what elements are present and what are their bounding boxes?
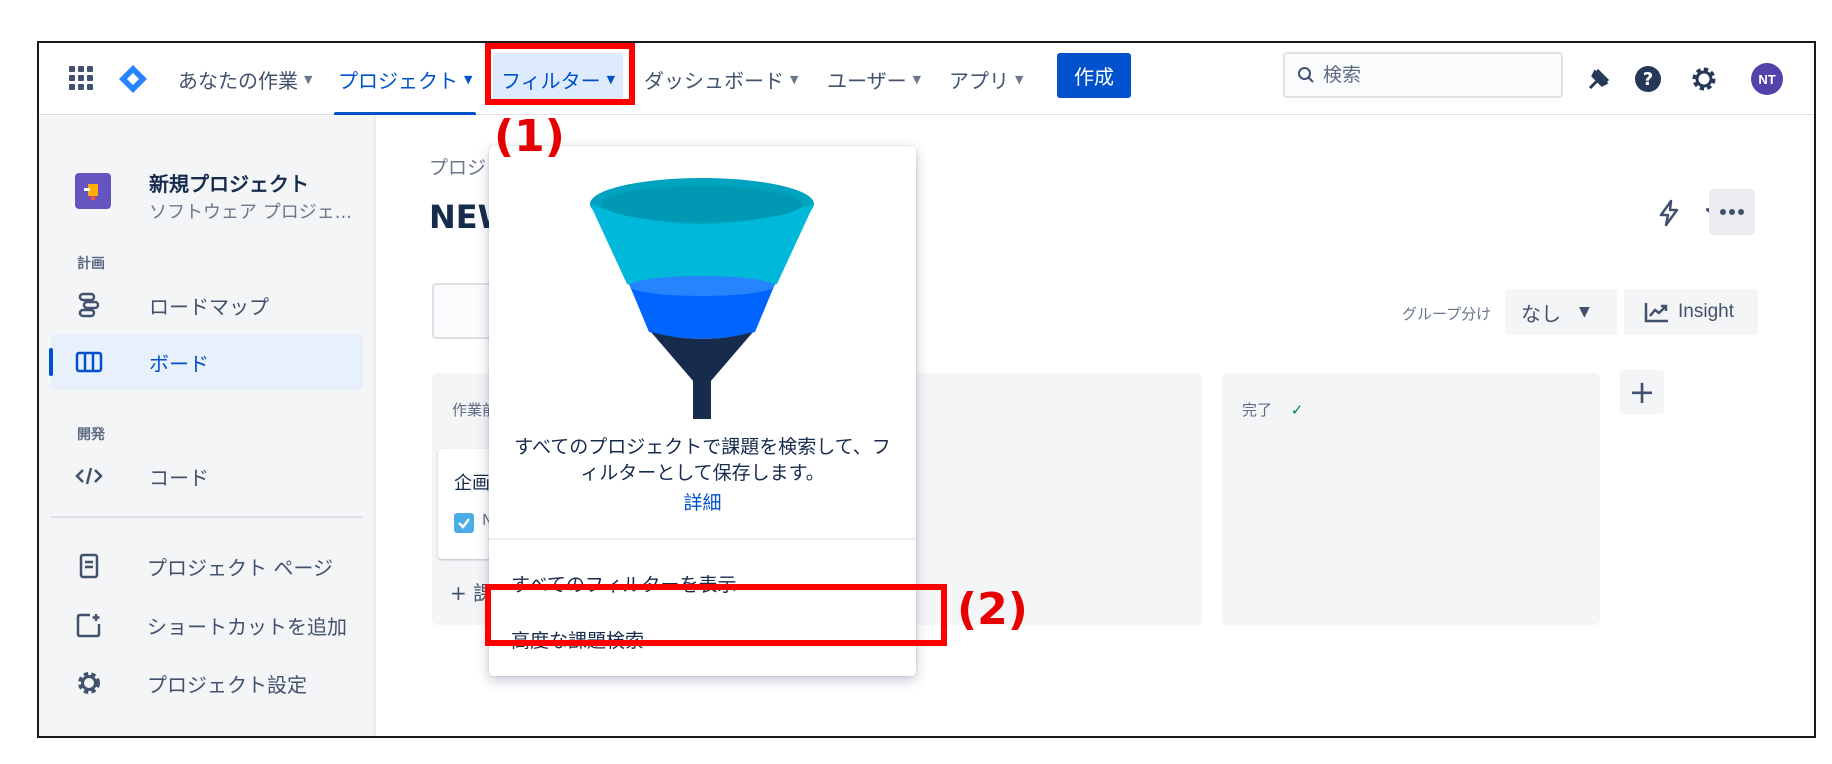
chevron-down-icon: ▼: [912, 72, 922, 86]
annotation-label-1: (1): [494, 111, 565, 162]
more-actions-icon[interactable]: [1709, 189, 1755, 235]
add-column-button[interactable]: +: [1620, 370, 1664, 414]
user-avatar[interactable]: NT: [1751, 63, 1783, 95]
view-all-filters-item[interactable]: すべてのフィルターを表示: [489, 558, 916, 608]
roadmap-icon: [75, 291, 103, 319]
search-icon: [1298, 67, 1314, 83]
sidebar-item-roadmap[interactable]: ロードマップ: [51, 277, 363, 333]
chevron-down-icon: ▼: [790, 72, 799, 86]
column-title: 完了 ✓: [1242, 401, 1304, 419]
help-icon[interactable]: ?: [1633, 64, 1663, 94]
funnel-illustration: [590, 178, 814, 419]
sidebar-item-board[interactable]: ボード: [49, 334, 363, 390]
project-type: ソフトウェア プロジェ...: [149, 202, 352, 223]
chevron-down-icon: ▼: [464, 72, 473, 86]
nav-filters[interactable]: フィルター ▼: [493, 53, 624, 105]
nav-projects[interactable]: プロジェクト ▼: [333, 43, 477, 115]
annotation-label-2: (2): [957, 584, 1028, 635]
groupby-select[interactable]: なし ▼: [1505, 289, 1617, 335]
chevron-down-icon: ▼: [606, 72, 616, 86]
svg-text:?: ?: [1643, 69, 1653, 90]
dropdown-divider: [489, 538, 916, 540]
nav-dashboards[interactable]: ダッシュボード ▼: [644, 43, 798, 115]
nav-your-work[interactable]: あなたの作業 ▼: [178, 43, 312, 115]
search-box[interactable]: [1283, 52, 1563, 98]
page-icon: [75, 552, 103, 580]
create-issue-button[interactable]: + 課: [450, 577, 493, 606]
search-input[interactable]: [1323, 64, 1543, 86]
settings-gear-icon[interactable]: [1689, 64, 1719, 94]
section-heading-development: 開発: [77, 427, 105, 443]
section-heading-planning: 計画: [77, 256, 105, 272]
sidebar-divider: [51, 516, 363, 518]
task-type-icon: [454, 513, 474, 533]
automation-lightning-icon[interactable]: [1649, 193, 1689, 233]
project-sidebar: 新規プロジェクト ソフトウェア プロジェ... 計画 ロードマップ ボード 開発…: [39, 116, 376, 736]
project-name[interactable]: 新規プロジェクト: [149, 168, 309, 197]
nav-people[interactable]: ユーザー ▼: [827, 43, 921, 115]
nav-apps[interactable]: アプリ ▼: [949, 43, 1023, 115]
app-switcher-icon[interactable]: [69, 66, 93, 90]
sidebar-item-add-shortcut[interactable]: ショートカットを追加: [51, 597, 363, 653]
add-shortcut-icon: [75, 611, 103, 639]
advanced-issue-search-item[interactable]: 高度な課題検索: [489, 614, 916, 664]
check-icon: ✓: [1290, 401, 1304, 419]
board-icon: [75, 348, 103, 376]
chevron-down-icon: ▼: [1015, 72, 1024, 86]
sidebar-item-project-settings[interactable]: プロジェクト設定: [51, 655, 363, 711]
settings-gear-icon: [75, 669, 103, 697]
top-navigation: あなたの作業 ▼ プロジェクト ▼ フィルター ▼ ダッシュボード ▼ ユーザー ▼ アプ…: [39, 43, 1814, 115]
issue-card-title: 企画: [454, 473, 490, 494]
create-button[interactable]: 作成: [1057, 53, 1131, 98]
chevron-down-icon: ▼: [304, 72, 313, 86]
insight-chart-icon: [1644, 303, 1668, 323]
sidebar-item-code[interactable]: コード: [51, 448, 363, 504]
breadcrumb[interactable]: プロジ: [429, 153, 486, 180]
code-icon: [75, 462, 103, 490]
insight-button[interactable]: Insight: [1624, 289, 1758, 335]
filter-description: すべてのプロジェクトで課題を検索して、フィルターとして保存します。: [514, 436, 891, 484]
jira-logo-icon[interactable]: [117, 63, 149, 95]
details-link[interactable]: 詳細: [489, 488, 916, 515]
project-avatar-icon[interactable]: [75, 173, 111, 209]
filter-dropdown-menu: すべてのプロジェクトで課題を検索して、フィルターとして保存します。 詳細 すべて…: [489, 146, 916, 676]
notifications-icon[interactable]: [1584, 64, 1614, 94]
chevron-down-icon: ▼: [1579, 304, 1590, 320]
groupby-label: グループ分け: [1402, 305, 1492, 323]
board-column-done: 完了 ✓: [1222, 373, 1600, 625]
sidebar-item-project-pages[interactable]: プロジェクト ページ: [51, 538, 363, 594]
app-window: あなたの作業 ▼ プロジェクト ▼ フィルター ▼ ダッシュボード ▼ ユーザー ▼ アプ…: [37, 41, 1816, 738]
